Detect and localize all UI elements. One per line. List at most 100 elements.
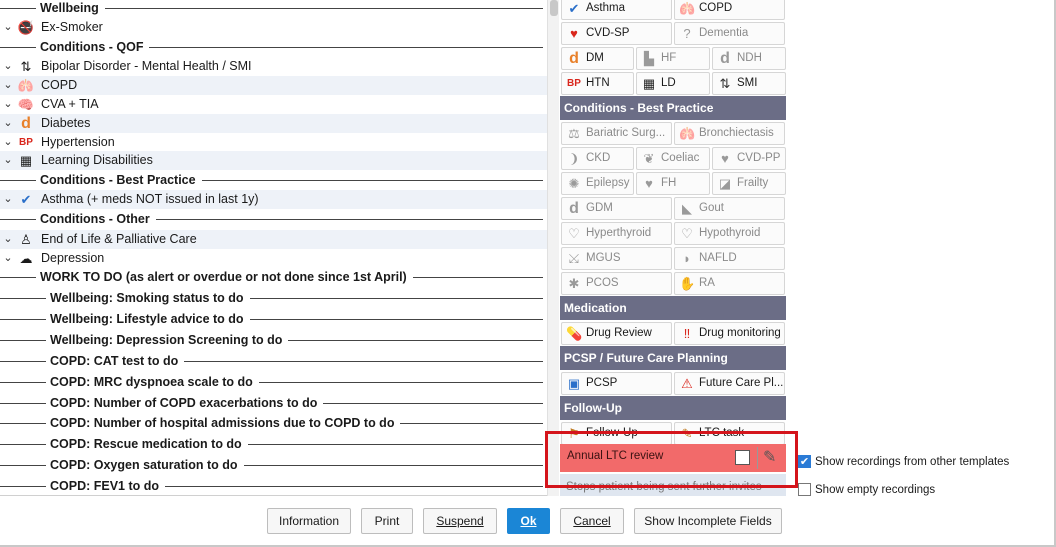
chevron-down-icon[interactable]: ⌄ bbox=[2, 76, 14, 95]
divider-line bbox=[0, 423, 46, 424]
suspend-button[interactable]: Suspend bbox=[423, 508, 497, 534]
section-header-label: COPD: Number of COPD exacerbations to do bbox=[48, 394, 320, 413]
tree-item[interactable]: ⌄ ⇅ Bipolar Disorder - Mental Health / SMI bbox=[0, 57, 547, 76]
template-button[interactable]: ✔ Asthma bbox=[561, 0, 672, 20]
template-button-label: Gout bbox=[699, 202, 724, 214]
checkmark-icon: ✔ bbox=[568, 1, 580, 16]
work-to-do-item: COPD: Number of COPD exacerbations to do bbox=[0, 394, 547, 413]
show-empty-checkbox[interactable] bbox=[798, 483, 811, 496]
template-button[interactable]: ▣ PCSP bbox=[561, 372, 672, 395]
fh-heart-icon: ♥ bbox=[645, 176, 653, 191]
tree-item-label: Ex-Smoker bbox=[41, 20, 103, 34]
divider-line bbox=[156, 219, 543, 220]
template-button[interactable]: ▙ HF bbox=[636, 47, 710, 70]
template-button[interactable]: ⤩ MGUS bbox=[561, 247, 672, 270]
template-button[interactable]: d NDH bbox=[712, 47, 786, 70]
tree-item[interactable]: ⌄ 🫁 COPD bbox=[0, 76, 547, 95]
divider-line bbox=[248, 444, 543, 445]
template-button[interactable]: 💊 Drug Review bbox=[561, 322, 672, 345]
template-button-label: Asthma bbox=[586, 2, 625, 14]
template-button[interactable]: ⇅ SMI bbox=[712, 72, 786, 95]
template-button[interactable]: ♥ FH bbox=[636, 172, 710, 195]
tree-item[interactable]: ⌄ 🧠 CVA + TIA bbox=[0, 95, 547, 114]
template-button[interactable]: ✱ PCOS bbox=[561, 272, 672, 295]
tree-item[interactable]: ⌄ ☁ Depression bbox=[0, 249, 547, 268]
panel-section-header: Medication bbox=[560, 296, 786, 320]
template-button[interactable]: ♥ CVD-SP bbox=[561, 22, 672, 45]
chevron-down-icon[interactable]: ⌄ bbox=[2, 190, 14, 209]
tree-scrollbar[interactable] bbox=[547, 0, 559, 496]
arrows-icon: ⇅ bbox=[20, 59, 32, 74]
template-button[interactable]: d GDM bbox=[561, 197, 672, 220]
person-card-icon: ▣ bbox=[567, 376, 581, 391]
template-button[interactable]: 🫁 Bronchiectasis bbox=[674, 122, 785, 145]
thyroid-icon: ♡ bbox=[568, 226, 580, 241]
tree-item[interactable]: ⌄ d Diabetes bbox=[0, 114, 547, 133]
template-button[interactable]: ◪ Frailty bbox=[712, 172, 786, 195]
foot-icon: ◣ bbox=[682, 201, 692, 216]
chevron-down-icon[interactable]: ⌄ bbox=[2, 95, 14, 114]
heart-icon: ♥ bbox=[570, 26, 578, 41]
print-button[interactable]: Print bbox=[361, 508, 413, 534]
lungs-icon: 🫁 bbox=[679, 126, 696, 141]
chevron-down-icon[interactable]: ⌄ bbox=[2, 133, 14, 152]
divider-line bbox=[0, 382, 46, 383]
chevron-down-icon[interactable]: ⌄ bbox=[2, 249, 14, 268]
template-button-label: Bariatric Surg... bbox=[586, 127, 666, 139]
checkmark-icon: ✔ bbox=[20, 192, 32, 207]
scrollbar-thumb[interactable] bbox=[550, 0, 558, 16]
tree-item[interactable]: ⌄ BP Hypertension bbox=[0, 133, 547, 152]
tree-item[interactable]: ⌄ ▦ Learning Disabilities bbox=[0, 151, 547, 170]
template-button[interactable]: ❩ CKD bbox=[561, 147, 634, 170]
cancel-button[interactable]: Cancel bbox=[560, 508, 624, 534]
template-button[interactable]: ⚠ Future Care Pl... bbox=[674, 372, 785, 395]
chevron-down-icon[interactable]: ⌄ bbox=[2, 151, 14, 170]
template-button[interactable]: ⚖ Bariatric Surg... bbox=[561, 122, 672, 145]
template-button[interactable]: ‼ Drug monitoring bbox=[674, 322, 785, 345]
template-button[interactable]: ✺ Epilepsy bbox=[561, 172, 634, 195]
work-to-do-item: COPD: CAT test to do bbox=[0, 352, 547, 371]
tree-item[interactable]: ⌄ ♙ End of Life & Palliative Care bbox=[0, 230, 547, 249]
divider-line bbox=[0, 180, 36, 181]
template-button[interactable]: ? Dementia bbox=[674, 22, 785, 45]
divider-line bbox=[400, 423, 543, 424]
depression-icon: ☁ bbox=[19, 251, 33, 266]
show-incomplete-fields-button[interactable]: Show Incomplete Fields bbox=[634, 508, 782, 534]
information-button[interactable]: Information bbox=[267, 508, 351, 534]
template-button[interactable]: BP HTN bbox=[561, 72, 634, 95]
divider-line bbox=[0, 465, 46, 466]
palliative-care-icon: ♙ bbox=[20, 232, 32, 247]
bp-icon: BP bbox=[567, 78, 581, 89]
template-button-label: PCSP bbox=[586, 377, 618, 389]
tree-item[interactable]: ⌄ ✔ Asthma (+ meds NOT issued in last 1y) bbox=[0, 190, 547, 209]
template-button[interactable]: 🫁 COPD bbox=[674, 0, 785, 20]
chevron-down-icon[interactable]: ⌄ bbox=[2, 230, 14, 249]
section-header-label: WORK TO DO (as alert or overdue or not d… bbox=[38, 268, 409, 287]
tree-item[interactable]: ⌄ 🚭 Ex-Smoker bbox=[0, 18, 547, 37]
template-button-label: Hyperthyroid bbox=[586, 227, 652, 239]
divider-line bbox=[323, 403, 543, 404]
ok-button[interactable]: Ok bbox=[507, 508, 550, 534]
section-header: Conditions - QOF bbox=[0, 38, 547, 57]
template-button[interactable]: ▦ LD bbox=[636, 72, 710, 95]
section-header-label: Conditions - Other bbox=[38, 210, 152, 229]
template-button[interactable]: ♡ Hyperthyroid bbox=[561, 222, 672, 245]
chevron-down-icon[interactable]: ⌄ bbox=[2, 57, 14, 76]
section-header-label: COPD: Rescue medication to do bbox=[48, 435, 244, 454]
chevron-down-icon[interactable]: ⌄ bbox=[2, 18, 14, 37]
template-button[interactable]: ♡ Hypothyroid bbox=[674, 222, 785, 245]
template-button[interactable]: ❦ Coeliac bbox=[636, 147, 710, 170]
gdm-d-icon: d bbox=[569, 200, 579, 217]
chevron-down-icon[interactable]: ⌄ bbox=[2, 114, 14, 133]
template-button-panel: ✔ Asthma 🫁 COPD ♥ CVD-SP? Dementia d DM ▙ HF d NDH BP… bbox=[560, 0, 786, 496]
template-button[interactable]: d DM bbox=[561, 47, 634, 70]
hand-icon: ✋ bbox=[679, 276, 696, 291]
template-button[interactable]: ◗ NAFLD bbox=[674, 247, 785, 270]
template-button[interactable]: ♥ CVD-PP bbox=[712, 147, 786, 170]
show-other-templates-checkbox[interactable]: ✔ bbox=[798, 455, 811, 468]
template-button[interactable]: ✋ RA bbox=[674, 272, 785, 295]
template-button[interactable]: ◣ Gout bbox=[674, 197, 785, 220]
divider-line bbox=[0, 47, 36, 48]
liver-icon: ◗ bbox=[683, 251, 691, 266]
template-button-label: COPD bbox=[699, 2, 733, 14]
